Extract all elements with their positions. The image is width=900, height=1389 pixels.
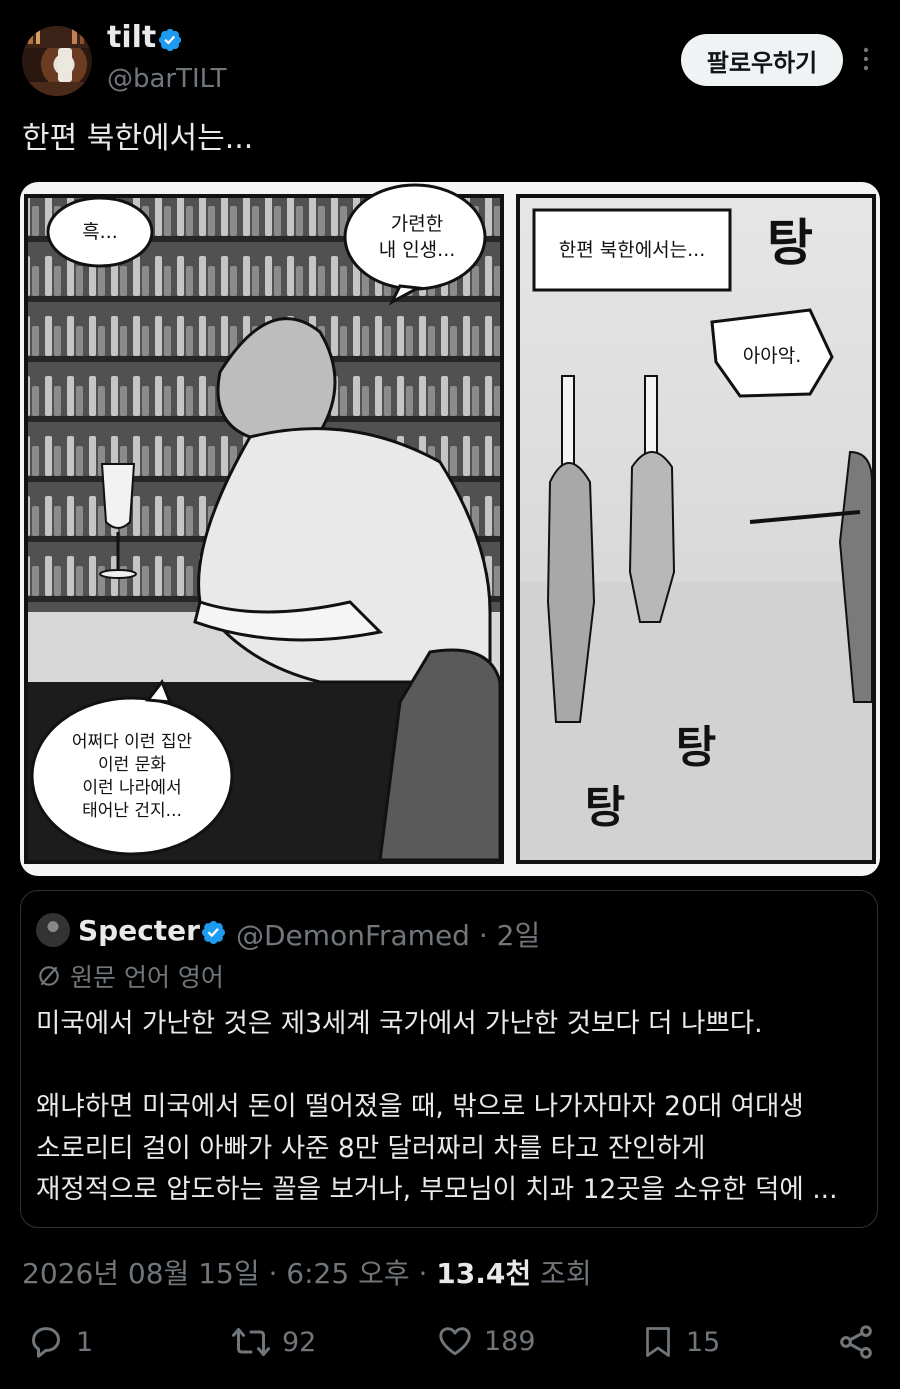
reply-button[interactable]: 1 — [26, 1322, 93, 1362]
like-button[interactable]: 189 — [436, 1322, 536, 1360]
reply-icon — [32, 1327, 60, 1358]
heart-icon — [439, 1327, 471, 1356]
author-name[interactable]: tilt — [107, 20, 156, 55]
follow-button[interactable]: 팔로우하기 — [681, 34, 843, 86]
quoted-verified-badge-icon — [201, 920, 226, 945]
verified-badge-icon — [158, 28, 182, 52]
share-icon — [840, 1325, 872, 1359]
comic-bubble-pitiful-line2: 내 인생... — [379, 239, 456, 261]
comic-bubble-born-line4: 태어난 건지... — [82, 801, 182, 821]
views-label: 조회 — [531, 1257, 592, 1290]
like-count: 189 — [484, 1325, 536, 1357]
comic-bubble-born-line2: 이런 문화 — [98, 755, 166, 775]
comic-bubble-scream: 아아악. — [743, 345, 801, 367]
quoted-avatar[interactable] — [36, 913, 70, 947]
comic-sfx-tang-1: 탕 — [767, 214, 813, 272]
bookmark-button[interactable]: 15 — [640, 1322, 720, 1362]
comic-bubble-pitiful-line1: 가련한 — [391, 213, 443, 235]
share-button[interactable] — [836, 1322, 876, 1362]
bookmark-icon — [646, 1327, 670, 1357]
views-count: 13.4천 — [436, 1257, 532, 1290]
quoted-line: 재정적으로 압도하는 꼴을 보거나, 부모님이 치과 12곳을 소유한 덕에 .… — [36, 1174, 838, 1205]
comic-caption: 한편 북한에서는... — [559, 239, 706, 261]
quoted-author-name[interactable]: Specter — [78, 914, 200, 947]
translation-label: 원문 언어 영어 — [70, 963, 224, 992]
repost-icon — [232, 1328, 270, 1356]
quoted-line: 왜냐하면 미국에서 돈이 떨어졌을 때, 밖으로 나가자마자 20대 여대생 — [36, 1091, 804, 1122]
repost-count: 92 — [282, 1326, 317, 1358]
translate-icon — [39, 966, 59, 986]
comic-sfx-tang-2: 탕 — [676, 722, 716, 773]
quoted-tweet-body: 미국에서 가난한 것은 제3세계 국가에서 가난한 것보다 더 나쁘다. 왜냐하… — [36, 1003, 866, 1211]
quoted-line: 소로리티 걸이 아빠가 사준 8만 달러짜리 차를 타고 잔인하게 — [36, 1132, 706, 1164]
repost-button[interactable]: 92 — [230, 1322, 316, 1362]
quoted-line: 미국에서 가난한 것은 제3세계 국가에서 가난한 것보다 더 나쁘다. — [36, 1008, 763, 1039]
avatar[interactable] — [22, 26, 92, 96]
author-handle[interactable]: @barTILT — [107, 64, 226, 94]
comic-bubble-born-line1: 어쩌다 이런 집안 — [72, 732, 193, 752]
tweet-text: 한편 북한에서는... — [22, 121, 254, 156]
quoted-handle-time[interactable]: @DemonFramed · 2일 — [236, 914, 540, 954]
reply-count: 1 — [76, 1326, 94, 1358]
translation-note[interactable]: 원문 언어 영어 — [36, 958, 224, 994]
tweet-meta: 2026년 08월 15일 · 6:25 오후 · 13.4천 조회 — [22, 1252, 592, 1292]
bookmark-count: 15 — [686, 1326, 721, 1358]
comic-sfx-tang-3: 탕 — [585, 782, 625, 833]
comic-bubble-born-line3: 이런 나라에서 — [82, 778, 181, 798]
timestamp[interactable]: 2026년 08월 15일 · 6:25 오후 · — [22, 1257, 436, 1290]
more-options-icon[interactable] — [856, 44, 876, 74]
comic-bubble-heuk: 흑... — [82, 221, 118, 243]
quoted-line — [36, 1045, 866, 1087]
tweet-media-comic[interactable]: 흑... 가련한 내 인생... 어쩌다 이런 집안 이런 문화 이런 나라에서… — [20, 182, 880, 876]
